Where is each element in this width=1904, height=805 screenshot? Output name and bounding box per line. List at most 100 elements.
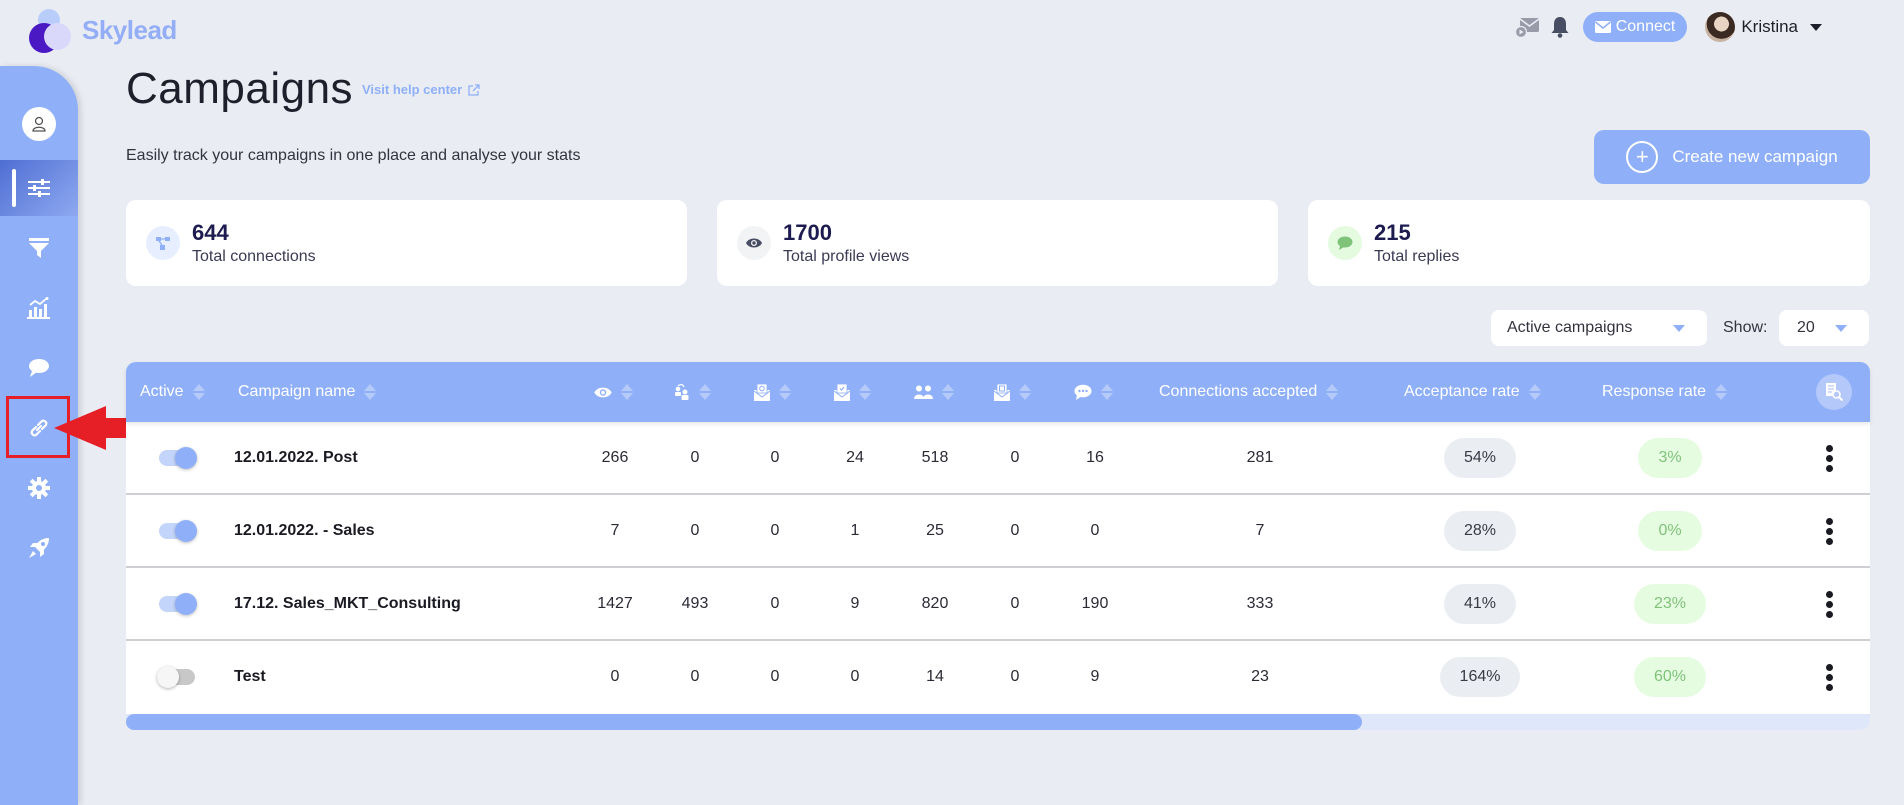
column-header-response-rate[interactable]: Response rate <box>1602 362 1728 422</box>
messages-value: 16 <box>1086 449 1104 466</box>
email-verified-value: 24 <box>846 449 864 466</box>
table-body: 12.01.2022. Post 266 0 0 24 518 0 16 281… <box>126 422 1870 714</box>
table-row[interactable]: 17.12. Sales_MKT_Consulting 1427 493 0 9… <box>126 568 1870 641</box>
sidebar-item-inbox[interactable] <box>0 340 78 396</box>
campaign-name[interactable]: 12.01.2022. Post <box>234 422 358 494</box>
eye-icon <box>737 226 771 260</box>
video-mail-icon[interactable] <box>1514 14 1541 40</box>
create-campaign-button[interactable]: + Create new campaign <box>1594 130 1870 184</box>
table-row[interactable]: 12.01.2022. Post 266 0 0 24 518 0 16 281… <box>126 422 1870 495</box>
user-menu[interactable]: Kristina <box>1705 12 1822 42</box>
row-actions-button[interactable] <box>1826 495 1833 567</box>
bell-icon[interactable] <box>1547 14 1573 40</box>
column-header-follows[interactable] <box>674 362 711 422</box>
campaigns-table: Active Campaign name Connections accepte… <box>126 362 1870 730</box>
connection-requests-value: 820 <box>921 595 949 612</box>
profile-views-value: 1427 <box>597 595 633 612</box>
campaign-name[interactable]: 12.01.2022. - Sales <box>234 495 375 567</box>
active-toggle[interactable] <box>159 593 197 615</box>
follows-value: 0 <box>690 668 700 685</box>
campaign-name[interactable]: Test <box>234 641 266 713</box>
connections-accepted-value: 7 <box>1255 522 1265 539</box>
chevron-down-icon <box>1835 325 1847 332</box>
page-size-select[interactable]: 20 <box>1779 310 1869 346</box>
active-toggle-cell <box>157 641 195 713</box>
sidebar-item-campaigns[interactable] <box>0 160 78 216</box>
inmails-value: 0 <box>1010 595 1020 612</box>
acceptance-rate-badge: 164% <box>1439 657 1521 697</box>
table-row[interactable]: Test 0 0 0 0 14 0 9 23 164% 60% <box>126 641 1870 714</box>
active-toggle[interactable] <box>157 666 195 688</box>
scrollbar-thumb[interactable] <box>126 714 1362 730</box>
chat-bubble-icon <box>29 359 49 377</box>
connect-button[interactable]: Connect <box>1582 12 1688 42</box>
column-header-inmails[interactable] <box>994 362 1031 422</box>
create-campaign-label: Create new campaign <box>1672 147 1838 166</box>
emails-value: 0 <box>770 668 780 685</box>
gear-icon <box>28 477 50 499</box>
stat-value: 215 <box>1374 220 1411 245</box>
row-actions-button[interactable] <box>1826 422 1833 494</box>
help-center-label: Visit help center <box>362 82 463 97</box>
row-actions-button[interactable] <box>1826 641 1833 713</box>
envelope-icon <box>1594 21 1611 33</box>
column-header-connection-requests[interactable] <box>914 362 954 422</box>
column-header-profile-views[interactable] <box>594 362 633 422</box>
sidebar-item-statistics[interactable] <box>0 280 78 336</box>
table-row[interactable]: 12.01.2022. - Sales 7 0 0 1 25 0 0 7 28%… <box>126 495 1870 568</box>
email-verified-value: 0 <box>850 668 860 685</box>
sort-icon <box>942 384 954 400</box>
funnel-icon <box>29 238 49 258</box>
column-header-campaign-name[interactable]: Campaign name <box>238 362 377 422</box>
stat-label: Total connections <box>192 248 316 265</box>
chat-bubble-icon <box>1328 226 1362 260</box>
follows-value: 0 <box>690 449 700 466</box>
active-toggle[interactable] <box>159 520 197 542</box>
response-rate-badge: 60% <box>1633 657 1707 697</box>
column-header-email-verified[interactable] <box>834 362 871 422</box>
active-toggle[interactable] <box>159 447 197 469</box>
row-actions-button[interactable] <box>1826 568 1833 640</box>
column-search-button[interactable] <box>1816 374 1852 410</box>
sort-icon <box>1528 384 1541 400</box>
plus-circle-icon: + <box>1626 141 1659 173</box>
eye-icon <box>594 387 612 397</box>
acceptance-rate-badge: 41% <box>1443 584 1517 624</box>
campaign-filter-select[interactable]: Active campaigns <box>1491 310 1707 346</box>
help-center-link[interactable]: Visit help center <box>362 82 480 97</box>
page-subtitle: Easily track your campaigns in one place… <box>126 147 581 164</box>
user-icon <box>22 107 56 141</box>
document-search-icon <box>1826 383 1844 402</box>
kebab-menu-icon <box>1826 662 1833 692</box>
avatar <box>1705 12 1736 42</box>
campaign-name[interactable]: 17.12. Sales_MKT_Consulting <box>234 568 461 640</box>
messages-value: 190 <box>1081 595 1109 612</box>
table-header: Active Campaign name Connections accepte… <box>126 362 1870 422</box>
messages-value: 0 <box>1090 522 1100 539</box>
active-toggle-cell <box>159 568 197 640</box>
campaign-filter-value: Active campaigns <box>1507 319 1633 336</box>
sidebar-item-filter[interactable] <box>0 220 78 276</box>
sort-icon <box>621 384 633 400</box>
response-rate-badge: 23% <box>1633 584 1707 624</box>
sidebar-item-settings[interactable] <box>0 460 78 516</box>
user-name: Kristina <box>1741 17 1798 36</box>
logo[interactable]: Skylead <box>26 8 177 53</box>
follows-value: 493 <box>681 595 709 612</box>
column-header-messages[interactable] <box>1074 362 1113 422</box>
connect-label: Connect <box>1615 18 1676 35</box>
column-label: Campaign name <box>238 383 356 400</box>
connection-requests-value: 518 <box>921 449 949 466</box>
column-header-connections-accepted[interactable]: Connections accepted <box>1159 362 1339 422</box>
column-header-acceptance-rate[interactable]: Acceptance rate <box>1404 362 1541 422</box>
column-header-active[interactable]: Active <box>140 362 205 422</box>
emails-value: 0 <box>770 595 780 612</box>
connections-accepted-value: 23 <box>1251 668 1269 685</box>
active-toggle-cell <box>159 495 197 567</box>
sidebar-item-onboarding[interactable] <box>0 520 78 576</box>
column-header-emails[interactable] <box>754 362 791 422</box>
sort-icon <box>859 384 871 400</box>
page-title: Campaigns <box>126 64 354 113</box>
horizontal-scrollbar[interactable] <box>126 714 1870 730</box>
sidebar-item-profile[interactable] <box>0 96 78 152</box>
